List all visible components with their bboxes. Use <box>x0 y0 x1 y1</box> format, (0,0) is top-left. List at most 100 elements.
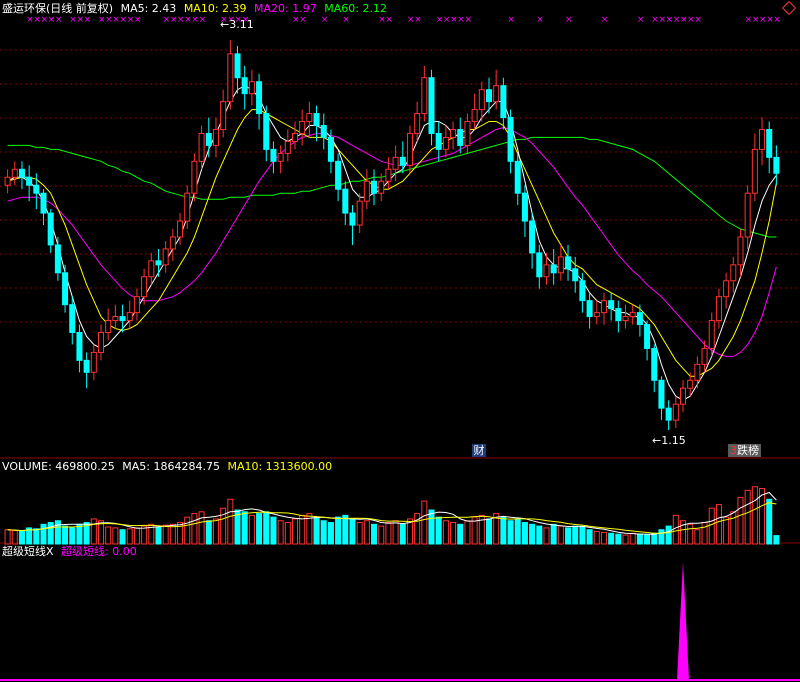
volume-bar <box>385 522 392 545</box>
volume-bar <box>644 534 651 545</box>
volume-bar <box>248 514 255 545</box>
volume-bar <box>133 527 140 545</box>
volume-bar <box>593 530 600 545</box>
volume-bar <box>327 522 334 545</box>
volume-bar <box>112 527 119 545</box>
volume-bar <box>126 528 133 545</box>
volume-bar <box>69 527 76 545</box>
volume-bar <box>47 522 54 545</box>
low-price-label: ←1.15 <box>652 434 686 447</box>
volume-bar <box>723 516 730 545</box>
indicator-name: 超级短线X <box>2 545 54 558</box>
volume-bar <box>205 520 212 545</box>
volume-bar <box>105 526 112 545</box>
indicator-header: 超级短线X 超级短线: 0.00 <box>2 545 141 559</box>
volume-bar <box>572 525 579 545</box>
indicator-spike <box>677 562 689 680</box>
volume-bar <box>464 520 471 545</box>
volume-bar <box>11 530 18 545</box>
volume-bar <box>442 520 449 545</box>
ma60-value: MA60: 2.12 <box>324 2 387 15</box>
volume-bar <box>773 535 780 545</box>
volume-bar <box>428 509 435 545</box>
volume-bar <box>421 500 428 545</box>
volume-bar <box>557 525 564 545</box>
volume-bar <box>715 504 722 545</box>
volume-bar <box>378 525 385 545</box>
volume-bar <box>212 518 219 545</box>
volume-bar <box>18 530 25 545</box>
volume-bar <box>435 516 442 545</box>
volume-bar <box>543 527 550 545</box>
high-price-label: ←3.11 <box>220 18 254 31</box>
volume-bar <box>485 518 493 545</box>
volume-bar <box>342 514 349 545</box>
volume-bar <box>658 529 665 545</box>
volume-bar <box>76 523 83 545</box>
volume-ma5-line <box>7 491 777 535</box>
volume-bar <box>349 518 356 545</box>
volume-bar <box>687 523 694 545</box>
volume-bar <box>90 518 97 545</box>
volume-bar <box>356 522 363 545</box>
volume-bar <box>162 524 169 545</box>
volume-bar <box>708 507 715 545</box>
volume-bar <box>457 523 464 545</box>
finance-badge[interactable]: 财 <box>472 444 486 457</box>
volume-bar <box>701 522 708 545</box>
volume-bar <box>450 522 457 545</box>
volume-bar <box>529 523 536 545</box>
volume-bar <box>514 518 521 545</box>
volume-bar <box>40 523 47 545</box>
volume-bar <box>270 516 277 545</box>
volume-bar <box>227 498 234 545</box>
volume-bar <box>62 525 69 545</box>
stock-title: 盛运环保(日线 前复权) <box>2 2 114 15</box>
volume-bar <box>184 516 191 545</box>
volume-bar <box>313 516 320 545</box>
price-header: 盛运环保(日线 前复权) MA5: 2.43 MA10: 2.39 MA20: … <box>2 2 391 16</box>
volume-bar <box>565 527 572 545</box>
volume-bar <box>119 529 126 545</box>
volume-bar <box>155 526 162 545</box>
volume-chart[interactable] <box>0 0 800 682</box>
volume-bar <box>392 520 399 545</box>
volume-bar <box>507 520 514 545</box>
volume-ma5: MA5: 1864284.75 <box>122 460 220 473</box>
volume-bar <box>191 513 198 545</box>
volume-value: VOLUME: 469800.25 <box>2 460 115 473</box>
volume-bar <box>284 522 291 545</box>
volume-bar <box>4 529 11 545</box>
volume-bar <box>141 525 148 545</box>
ma20-value: MA20: 1.97 <box>254 2 317 15</box>
volume-bar <box>550 523 557 545</box>
volume-bar <box>615 533 622 545</box>
volume-bar <box>399 523 406 545</box>
volume-bar <box>241 511 248 545</box>
volume-bar <box>629 532 636 545</box>
volume-bar <box>371 523 378 545</box>
rank-badge-number: 3 <box>730 444 737 457</box>
volume-bar <box>299 514 306 545</box>
volume-bar <box>579 526 586 545</box>
volume-bar <box>291 518 299 545</box>
volume-bar <box>263 511 270 545</box>
volume-bar <box>672 514 679 545</box>
volume-bar <box>198 511 205 545</box>
volume-bar <box>521 522 528 545</box>
volume-bar <box>536 525 543 545</box>
volume-bar <box>737 496 744 545</box>
volume-bar <box>320 520 327 545</box>
volume-bar <box>636 533 643 545</box>
ma10-value: MA10: 2.39 <box>183 2 247 15</box>
rank-badge[interactable]: 3跌榜 <box>728 444 761 457</box>
volume-ma10-line <box>7 502 777 534</box>
volume-bar <box>586 529 593 545</box>
volume-bar <box>256 513 263 545</box>
volume-bar <box>600 531 607 545</box>
volume-bar <box>751 486 758 545</box>
volume-bar <box>766 498 773 545</box>
volume-bar <box>608 532 615 545</box>
volume-bar <box>622 534 629 545</box>
volume-bar <box>500 516 507 545</box>
